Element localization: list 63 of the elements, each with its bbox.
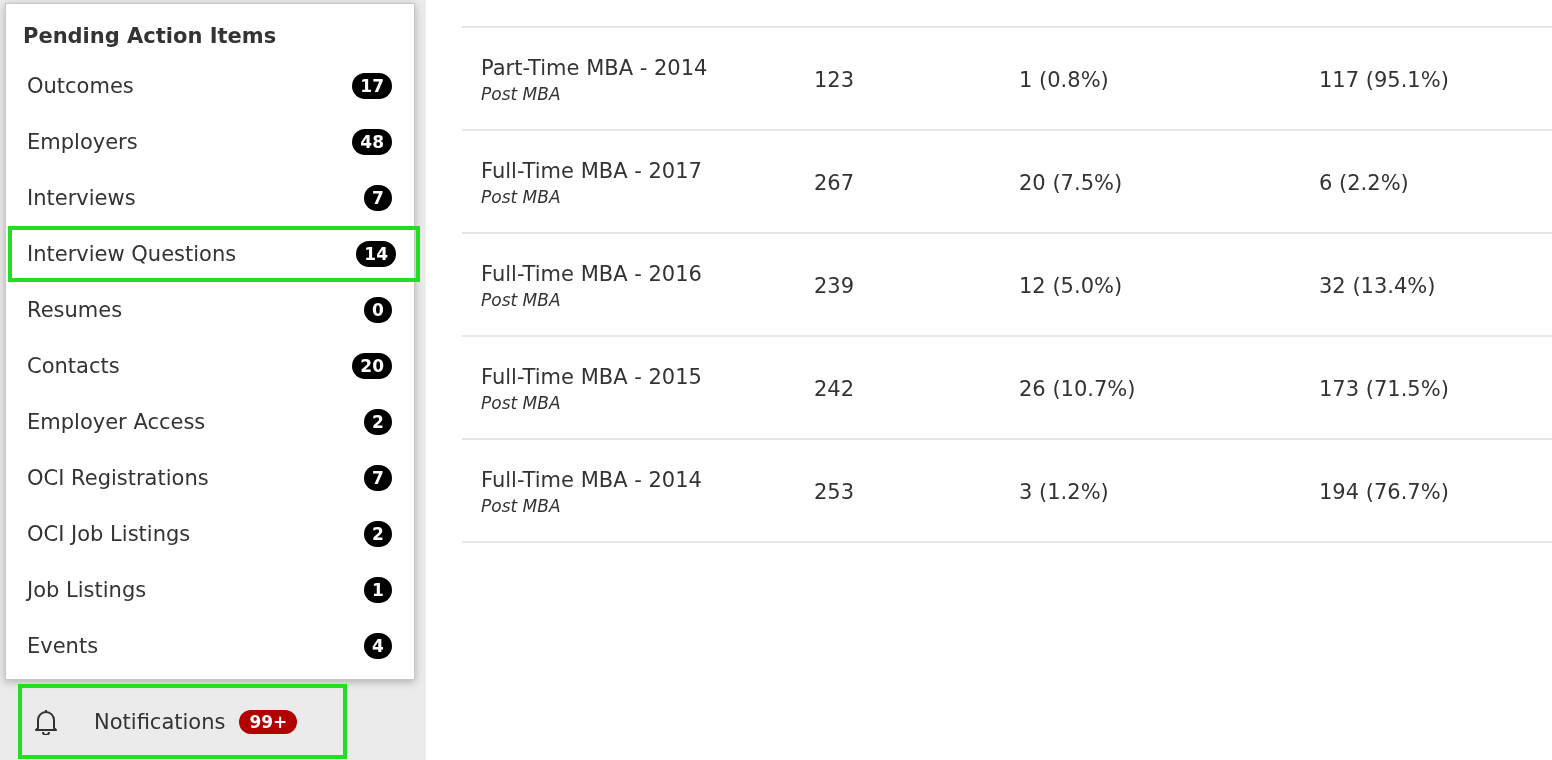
- count-badge: 99+: [239, 709, 298, 734]
- program-type: Post MBA: [481, 392, 562, 413]
- notifications-label: Notifications: [94, 709, 226, 734]
- program-name: Full-Time MBA - 2017: [481, 158, 703, 183]
- count-badge: 4: [364, 633, 392, 659]
- table-cell: 20 (7.5%): [1019, 170, 1123, 195]
- bell-icon: [34, 708, 58, 735]
- item-label: Job Listings: [27, 578, 147, 602]
- item-label: Employer Access: [27, 410, 206, 434]
- table-cell: 242: [814, 376, 855, 401]
- program-name: Full-Time MBA - 2014: [481, 467, 703, 492]
- table-cell: 26 (10.7%): [1019, 376, 1136, 401]
- item-label: Events: [27, 634, 99, 658]
- item-label: OCI Job Listings: [27, 522, 191, 546]
- count-badge: 7: [364, 465, 392, 491]
- count-badge: 7: [364, 185, 392, 211]
- menu-item[interactable]: Job Listings 1: [8, 562, 412, 618]
- count-badge: 17: [352, 73, 392, 99]
- table-cell: 3 (1.2%): [1019, 479, 1109, 504]
- menu-item[interactable]: Events 4: [8, 618, 412, 674]
- menu-item[interactable]: Resumes 0: [8, 282, 412, 338]
- count-badge: 1: [364, 577, 392, 603]
- notifications-button[interactable]: Notifications 99+: [18, 684, 347, 759]
- menu-item[interactable]: OCI Registrations 7: [8, 450, 412, 506]
- count-badge: 0: [364, 297, 392, 323]
- item-label: Interviews: [27, 186, 136, 210]
- menu-item[interactable]: OCI Job Listings 2: [8, 506, 412, 562]
- count-badge: 48: [352, 129, 392, 155]
- table-cell: 117 (95.1%): [1319, 67, 1449, 92]
- count-badge: 2: [364, 409, 392, 435]
- program-name: Part-Time MBA - 2014: [481, 55, 709, 80]
- item-label: OCI Registrations: [27, 466, 209, 490]
- menu-item[interactable]: Outcomes 17: [8, 58, 412, 114]
- item-label: Employers: [27, 130, 138, 154]
- count-badge: 2: [364, 521, 392, 547]
- table-cell: 173 (71.5%): [1319, 376, 1449, 401]
- item-label: Contacts: [27, 354, 120, 378]
- program-name: Full-Time MBA - 2016: [481, 261, 703, 286]
- table-cell: 194 (76.7%): [1319, 479, 1449, 504]
- table-cell: 32 (13.4%): [1319, 273, 1436, 298]
- count-badge: 14: [356, 241, 396, 267]
- menu-item[interactable]: Contacts 20: [8, 338, 412, 394]
- menu-item[interactable]: Employer Access 2: [8, 394, 412, 450]
- program-type: Post MBA: [481, 289, 562, 310]
- count-badge: 20: [352, 353, 392, 379]
- program-type: Post MBA: [481, 495, 562, 516]
- table-cell: 253: [814, 479, 855, 504]
- program-type: Post MBA: [481, 186, 562, 207]
- table-cell: 6 (2.2%): [1319, 170, 1409, 195]
- item-label: Interview Questions: [27, 242, 237, 266]
- program-type: Post MBA: [481, 83, 562, 104]
- table-cell: 1 (0.8%): [1019, 67, 1109, 92]
- item-label: Outcomes: [27, 74, 134, 98]
- table-cell: 123: [814, 67, 855, 92]
- menu-item[interactable]: Interview Questions 14: [8, 226, 420, 282]
- program-name: Full-Time MBA - 2015: [481, 364, 703, 389]
- menu-item[interactable]: Employers 48: [8, 114, 412, 170]
- menu-item[interactable]: Interviews 7: [8, 170, 412, 226]
- menu-title: Pending Action Items: [23, 24, 277, 48]
- table-cell: 267: [814, 170, 855, 195]
- item-label: Resumes: [27, 298, 123, 322]
- table-cell: 12 (5.0%): [1019, 273, 1123, 298]
- table-cell: 239: [814, 273, 855, 298]
